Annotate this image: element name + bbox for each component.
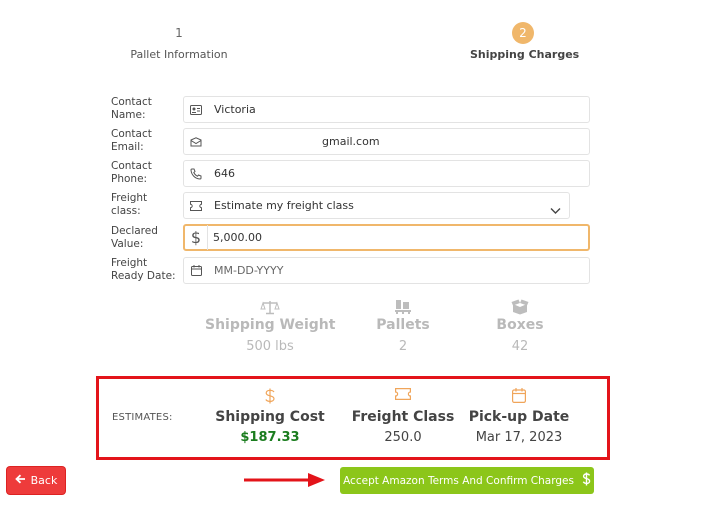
- estimates-label: ESTIMATES:: [112, 412, 173, 423]
- declared-value-input[interactable]: 5,000.00: [213, 225, 262, 250]
- envelope-icon: [184, 129, 208, 154]
- declared-value-field[interactable]: $ 5,000.00: [183, 224, 590, 251]
- id-card-icon: [184, 97, 208, 122]
- ticket-icon: [184, 193, 208, 218]
- freight-ready-date-label: Freight Ready Date:: [111, 257, 176, 282]
- contact-phone-field[interactable]: 646: [183, 160, 590, 187]
- step-label: Shipping Charges: [470, 48, 580, 61]
- back-button-label: Back: [30, 474, 58, 487]
- pallets-value: 2: [398, 339, 408, 354]
- declared-value-label: Declared Value:: [111, 225, 158, 250]
- boxes-value: 42: [511, 339, 529, 354]
- pallets-summary: Pallets 2: [368, 299, 438, 354]
- freight-class-title: Freight Class: [351, 409, 455, 425]
- freight-ready-date-field[interactable]: MM-DD-YYYY: [183, 257, 590, 284]
- contact-phone-label: Contact Phone:: [111, 160, 152, 185]
- pallet-icon: [368, 299, 438, 317]
- step-number-badge: 2: [512, 22, 534, 44]
- accept-terms-confirm-charges-button[interactable]: Accept Amazon Terms And Confirm Charges: [340, 467, 594, 494]
- accept-button-label: Accept Amazon Terms And Confirm Charges: [343, 474, 574, 487]
- step-number: 1: [175, 26, 183, 40]
- pickup-date-estimate: Pick-up Date Mar 17, 2023: [464, 388, 574, 445]
- freight-class-select[interactable]: Estimate my freight class: [183, 192, 570, 219]
- shipping-weight-value: 500 lbs: [246, 339, 294, 354]
- contact-name-label: Contact Name:: [111, 96, 152, 121]
- phone-icon: [184, 161, 208, 186]
- boxes-title: Boxes: [496, 317, 544, 333]
- box-icon: [485, 299, 555, 317]
- prefix-divider: [207, 225, 208, 250]
- freight-class-estimate-value: 250.0: [384, 430, 422, 445]
- freight-class-value: Estimate my freight class: [214, 199, 354, 212]
- dollar-icon: [582, 472, 591, 489]
- calendar-icon: [184, 258, 208, 283]
- boxes-summary: Boxes 42: [485, 299, 555, 354]
- pointer-arrow-annotation: [244, 473, 325, 487]
- pickup-date-title: Pick-up Date: [468, 409, 570, 425]
- step-pallet-information[interactable]: 1 Pallet Information: [126, 26, 232, 61]
- contact-email-label: Contact Email:: [111, 128, 152, 153]
- freight-class-estimate: Freight Class 250.0: [348, 388, 458, 445]
- contact-email-value: gmail.com: [322, 135, 380, 148]
- shipping-cost-estimate: Shipping Cost $187.33: [210, 388, 330, 445]
- step-shipping-charges[interactable]: 2 Shipping Charges: [470, 22, 580, 61]
- pickup-date-value: Mar 17, 2023: [475, 430, 563, 445]
- scale-icon: [205, 299, 335, 317]
- step-label: Pallet Information: [130, 48, 228, 61]
- chevron-down-icon: [550, 200, 561, 219]
- back-button[interactable]: Back: [7, 467, 65, 494]
- contact-phone-value: 646: [214, 167, 235, 180]
- freight-ready-date-input[interactable]: MM-DD-YYYY: [214, 258, 283, 283]
- shipping-weight-title: Shipping Weight: [205, 317, 336, 333]
- dollar-prefix-icon: $: [190, 228, 202, 247]
- freight-class-label: Freight class:: [111, 192, 148, 217]
- dollar-icon: [210, 388, 330, 406]
- arrow-left-icon: [14, 474, 26, 487]
- shipping-cost-title: Shipping Cost: [215, 409, 325, 425]
- contact-email-field[interactable]: gmail.com: [183, 128, 590, 155]
- ticket-icon: [348, 388, 458, 406]
- calendar-icon: [464, 388, 574, 406]
- pallets-title: Pallets: [376, 317, 430, 333]
- shipping-cost-value: $187.33: [240, 430, 300, 445]
- contact-name-value: Victoria: [214, 103, 256, 116]
- contact-name-field[interactable]: Victoria: [183, 96, 590, 123]
- shipping-weight-summary: Shipping Weight 500 lbs: [205, 299, 335, 354]
